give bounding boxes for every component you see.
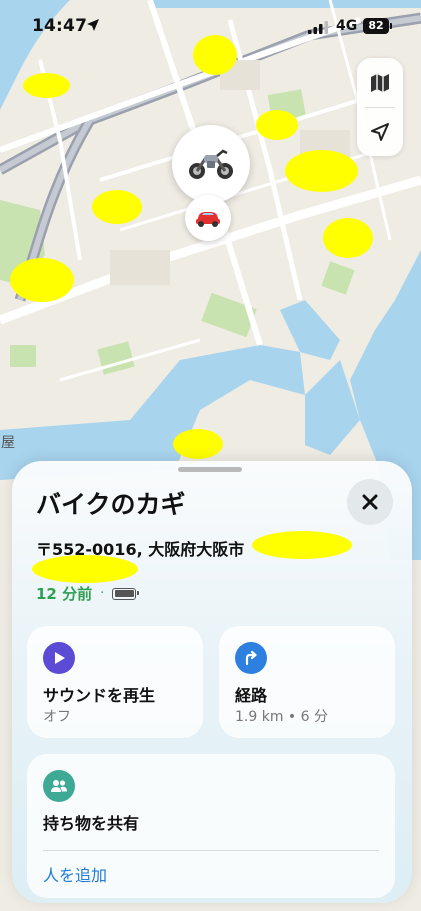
play-sound-status: オフ [43, 709, 71, 725]
share-divider [43, 850, 379, 851]
item-pin-bike-key[interactable] [172, 125, 250, 203]
play-sound-label: サウンドを再生 [43, 686, 156, 705]
meta-separator: · [100, 586, 105, 601]
close-button[interactable] [347, 479, 393, 525]
people-icon [51, 780, 67, 792]
redaction-mark [173, 429, 223, 459]
location-services-icon [87, 19, 99, 31]
redaction-mark [252, 531, 352, 559]
play-icon [55, 652, 65, 664]
close-icon [362, 494, 378, 510]
directions-distance: 1.9 km • 6 分 [235, 709, 328, 725]
redaction-mark [32, 555, 138, 583]
redaction-mark [323, 218, 373, 258]
last-seen-row: 12 分前 · [36, 583, 140, 604]
last-seen-time: 12 分前 [36, 585, 93, 603]
map-mode-button[interactable] [357, 58, 403, 107]
location-arrow-icon [371, 122, 389, 141]
item-title: バイクのカギ [36, 490, 186, 519]
battery-icon [112, 587, 140, 600]
play-sound-button[interactable]: サウンドを再生 オフ [27, 626, 203, 738]
add-people-link[interactable]: 人を追加 [43, 862, 107, 886]
status-time: 14:47 [32, 16, 88, 36]
turn-right-arrow-icon-badge [235, 642, 267, 674]
car-icon [196, 212, 220, 227]
redaction-mark [23, 73, 70, 98]
directions-button[interactable]: 経路 1.9 km • 6 分 [219, 626, 395, 738]
network-type: 4G [336, 18, 358, 34]
play-icon-badge [43, 642, 75, 674]
cellular-signal-icon [308, 21, 328, 34]
share-item-card: 持ち物を共有 人を追加 [27, 754, 395, 898]
motorcycle-icon [189, 149, 233, 179]
map-icon [371, 73, 389, 92]
directions-label: 経路 [235, 686, 268, 705]
redaction-mark [256, 110, 298, 140]
sheet-grabber[interactable] [178, 467, 242, 472]
item-pin-car[interactable] [185, 195, 231, 241]
status-bar: 14:47 4G 82 [0, 0, 421, 56]
redaction-mark [10, 258, 74, 302]
redaction-mark [92, 190, 142, 224]
redaction-mark [285, 150, 358, 192]
turn-right-arrow-icon [245, 650, 257, 666]
item-detail-sheet: バイクのカギ 〒552-0016, 大阪府大阪市 12 分前 · サウンドを再生… [12, 461, 412, 903]
people-icon-badge [43, 770, 75, 802]
share-item-label: 持ち物を共有 [43, 814, 140, 833]
battery-level: 82 [363, 18, 392, 34]
locate-me-button[interactable] [357, 107, 403, 156]
map-controls [357, 58, 403, 156]
map-place-label: 屋 [1, 435, 15, 451]
